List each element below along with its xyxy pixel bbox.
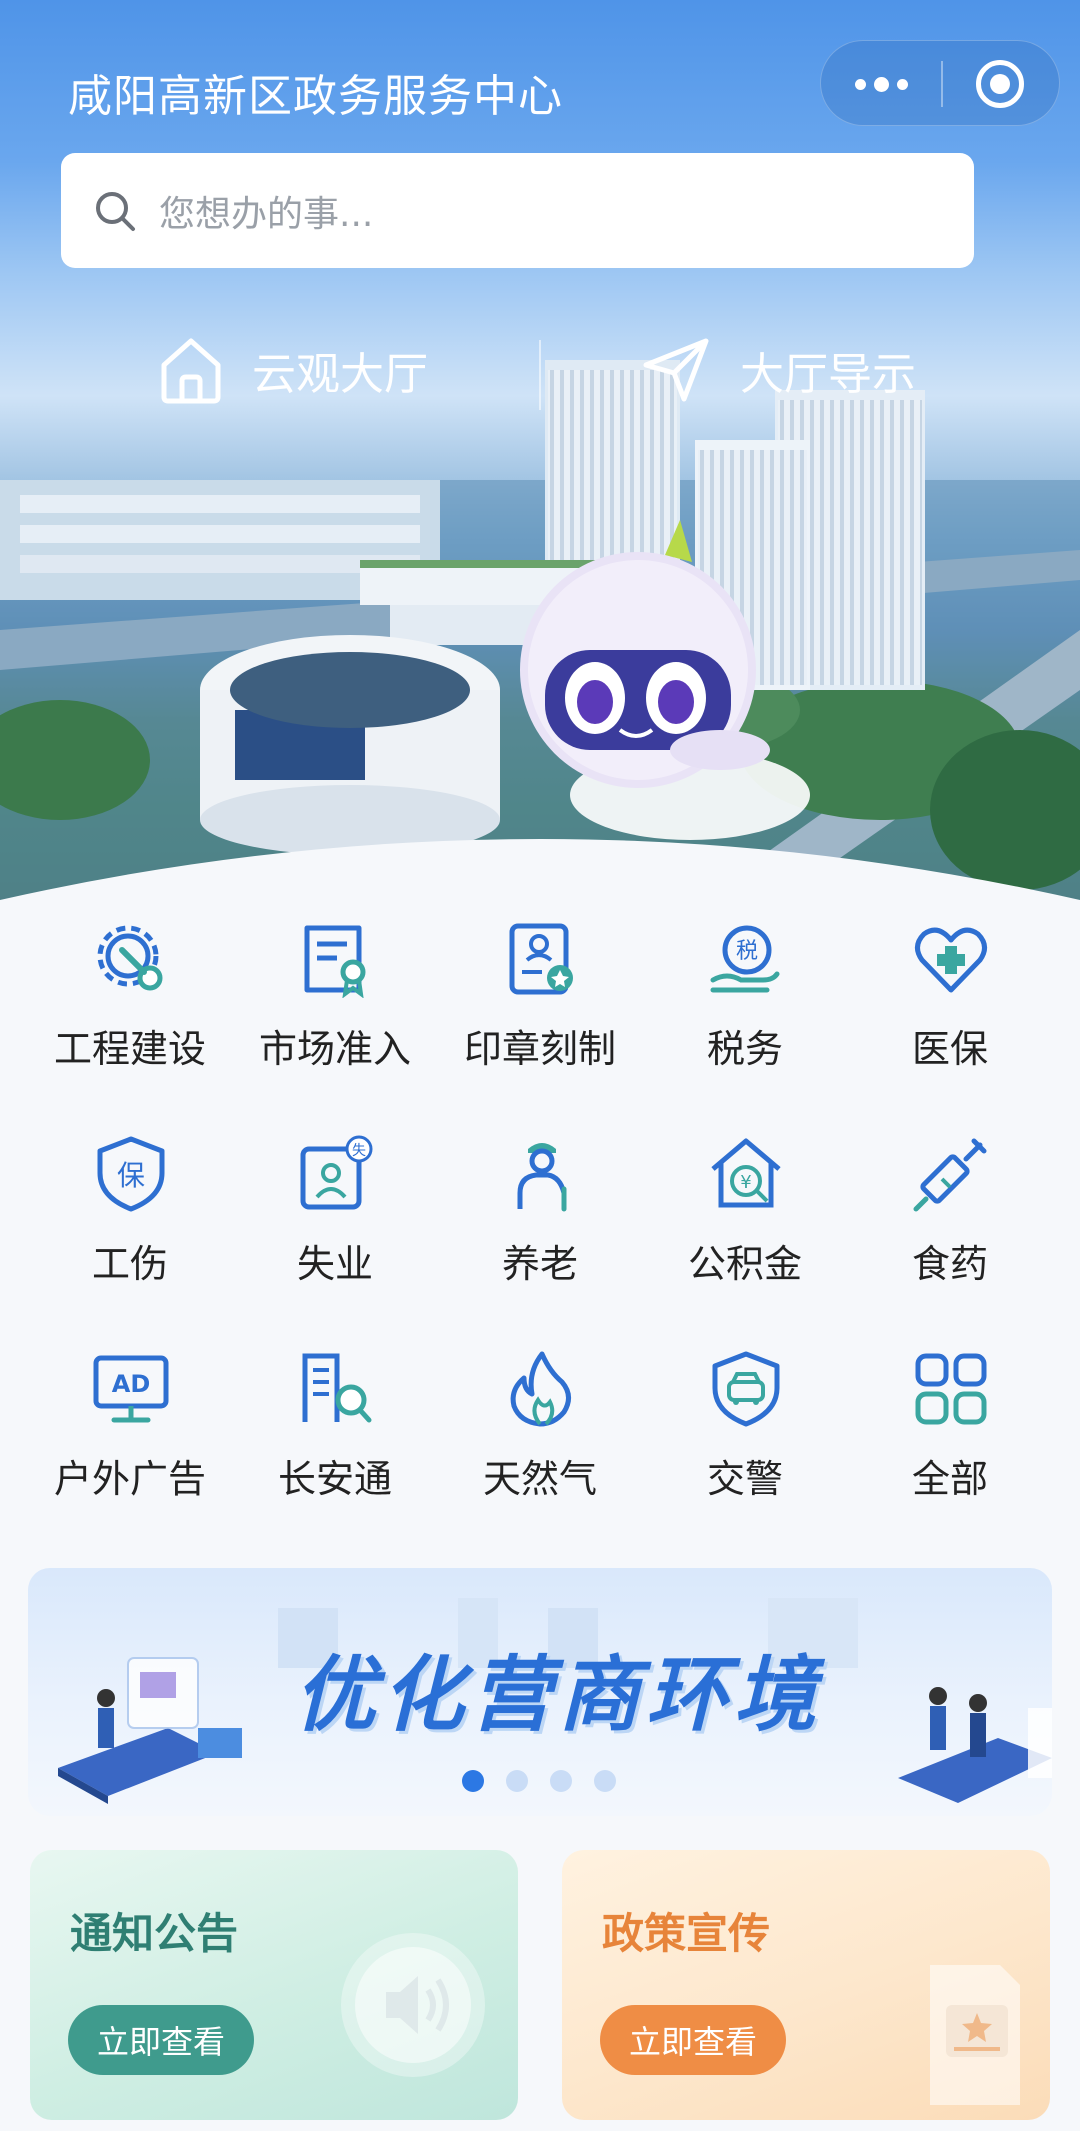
service-label: 交警 <box>706 1457 783 1501</box>
service-label: 全部 <box>911 1457 988 1501</box>
traffic-police-icon <box>712 1351 780 1427</box>
service-label: 天然气 <box>482 1457 597 1501</box>
service-label: 市场准入 <box>258 1027 411 1071</box>
svg-text:保: 保 <box>117 1159 145 1192</box>
service-label: 工程建设 <box>53 1027 206 1071</box>
svg-text:税: 税 <box>736 939 758 964</box>
search-icon <box>96 191 135 231</box>
app-title: 咸阳高新区政务服务中心 <box>68 71 563 122</box>
home-icon <box>161 338 221 404</box>
hall-links: 云观大厅 大厅导示 <box>0 320 1080 420</box>
svg-text:AD: AD <box>112 1370 151 1398</box>
service-all[interactable]: 全部 <box>850 1330 1050 1520</box>
svg-text:¥: ¥ <box>740 1172 751 1193</box>
housing-fund-icon: ¥ <box>711 1138 781 1208</box>
service-changan-tong[interactable]: 长安通 <box>235 1330 435 1520</box>
service-tax[interactable]: 税 税务 <box>645 900 845 1090</box>
license-certificate-icon <box>304 925 366 998</box>
service-label: 户外广告 <box>53 1457 206 1501</box>
service-market-access[interactable]: 市场准入 <box>235 900 435 1090</box>
svg-text:失: 失 <box>352 1143 366 1159</box>
ad-monitor-icon: AD <box>93 1355 169 1423</box>
hall-guide-label: 大厅导示 <box>740 349 916 400</box>
service-engineering[interactable]: 工程建设 <box>30 900 230 1090</box>
seal-card-icon <box>509 923 573 995</box>
policy-view-button[interactable]: 立即查看 <box>600 2005 786 2075</box>
capsule-divider <box>941 61 943 107</box>
service-seal-engraving[interactable]: 印章刻制 <box>440 900 640 1090</box>
pagination-dot[interactable] <box>594 1770 616 1792</box>
service-food-drug[interactable]: 食药 <box>850 1115 1050 1305</box>
flame-icon <box>510 1351 571 1427</box>
medical-heart-icon <box>915 927 987 993</box>
policy-card[interactable]: 政策宣传 立即查看 <box>562 1850 1050 2120</box>
document-star-icon <box>930 1965 1020 2105</box>
search-bar[interactable]: 您想办的事... <box>61 153 974 268</box>
service-label: 印章刻制 <box>463 1027 616 1071</box>
pagination-dot[interactable] <box>462 1770 484 1792</box>
service-label: 医保 <box>911 1027 988 1071</box>
banner-pagination <box>462 1770 638 1794</box>
more-dots-icon-center <box>873 76 889 92</box>
more-menu-button[interactable] <box>821 41 941 127</box>
service-label: 工伤 <box>91 1242 168 1286</box>
service-label: 养老 <box>501 1242 578 1286</box>
injury-shield-icon: 保 <box>97 1136 165 1212</box>
banner-title: 优化营商环境 <box>294 1648 822 1743</box>
miniprogram-capsule <box>820 40 1060 126</box>
service-traffic-police[interactable]: 交警 <box>645 1330 845 1520</box>
building-search-icon <box>302 1353 372 1423</box>
service-medical-insurance[interactable]: 医保 <box>850 900 1050 1090</box>
service-housing-fund[interactable]: ¥ 公积金 <box>645 1115 845 1305</box>
speaker-icon <box>341 1933 485 2077</box>
service-label: 食药 <box>911 1242 988 1286</box>
notice-card[interactable]: 通知公告 立即查看 <box>30 1850 518 2120</box>
service-outdoor-ads[interactable]: AD 户外广告 <box>30 1330 230 1520</box>
hero-header: 咸阳高新区政务服务中心 您想办的事... 云观大厅 大厅导示 <box>0 0 1080 900</box>
service-unemployment[interactable]: 失 失业 <box>235 1115 435 1305</box>
search-placeholder: 您想办的事... <box>159 193 374 235</box>
more-dots-icon-right <box>896 78 908 90</box>
send-icon <box>643 338 709 402</box>
cloud-hall-label: 云观大厅 <box>252 349 428 400</box>
unemployment-card-icon: 失 <box>300 1135 373 1210</box>
cloud-hall-link[interactable]: 云观大厅 <box>158 320 428 420</box>
pagination-dot[interactable] <box>550 1770 572 1792</box>
close-miniprogram-button[interactable] <box>976 60 1024 108</box>
service-label: 公积金 <box>687 1242 802 1286</box>
hall-guide-link[interactable]: 大厅导示 <box>640 320 916 420</box>
more-dots-icon <box>854 78 866 90</box>
tax-hand-icon: 税 <box>710 925 780 993</box>
service-natural-gas[interactable]: 天然气 <box>440 1330 640 1520</box>
notice-card-title: 通知公告 <box>70 1909 239 1958</box>
notice-view-button[interactable]: 立即查看 <box>68 2005 254 2075</box>
service-label: 长安通 <box>277 1457 392 1501</box>
service-label: 税务 <box>706 1027 783 1071</box>
gear-wrench-icon <box>97 925 163 991</box>
policy-card-title: 政策宣传 <box>602 1909 771 1958</box>
syringe-icon <box>913 1138 987 1212</box>
hall-links-divider <box>539 340 541 410</box>
service-pension[interactable]: 养老 <box>440 1115 640 1305</box>
pagination-dot[interactable] <box>506 1770 528 1792</box>
all-apps-icon <box>915 1353 987 1425</box>
service-work-injury[interactable]: 保 工伤 <box>30 1115 230 1305</box>
service-label: 失业 <box>296 1242 373 1286</box>
elderly-person-icon <box>517 1143 567 1212</box>
